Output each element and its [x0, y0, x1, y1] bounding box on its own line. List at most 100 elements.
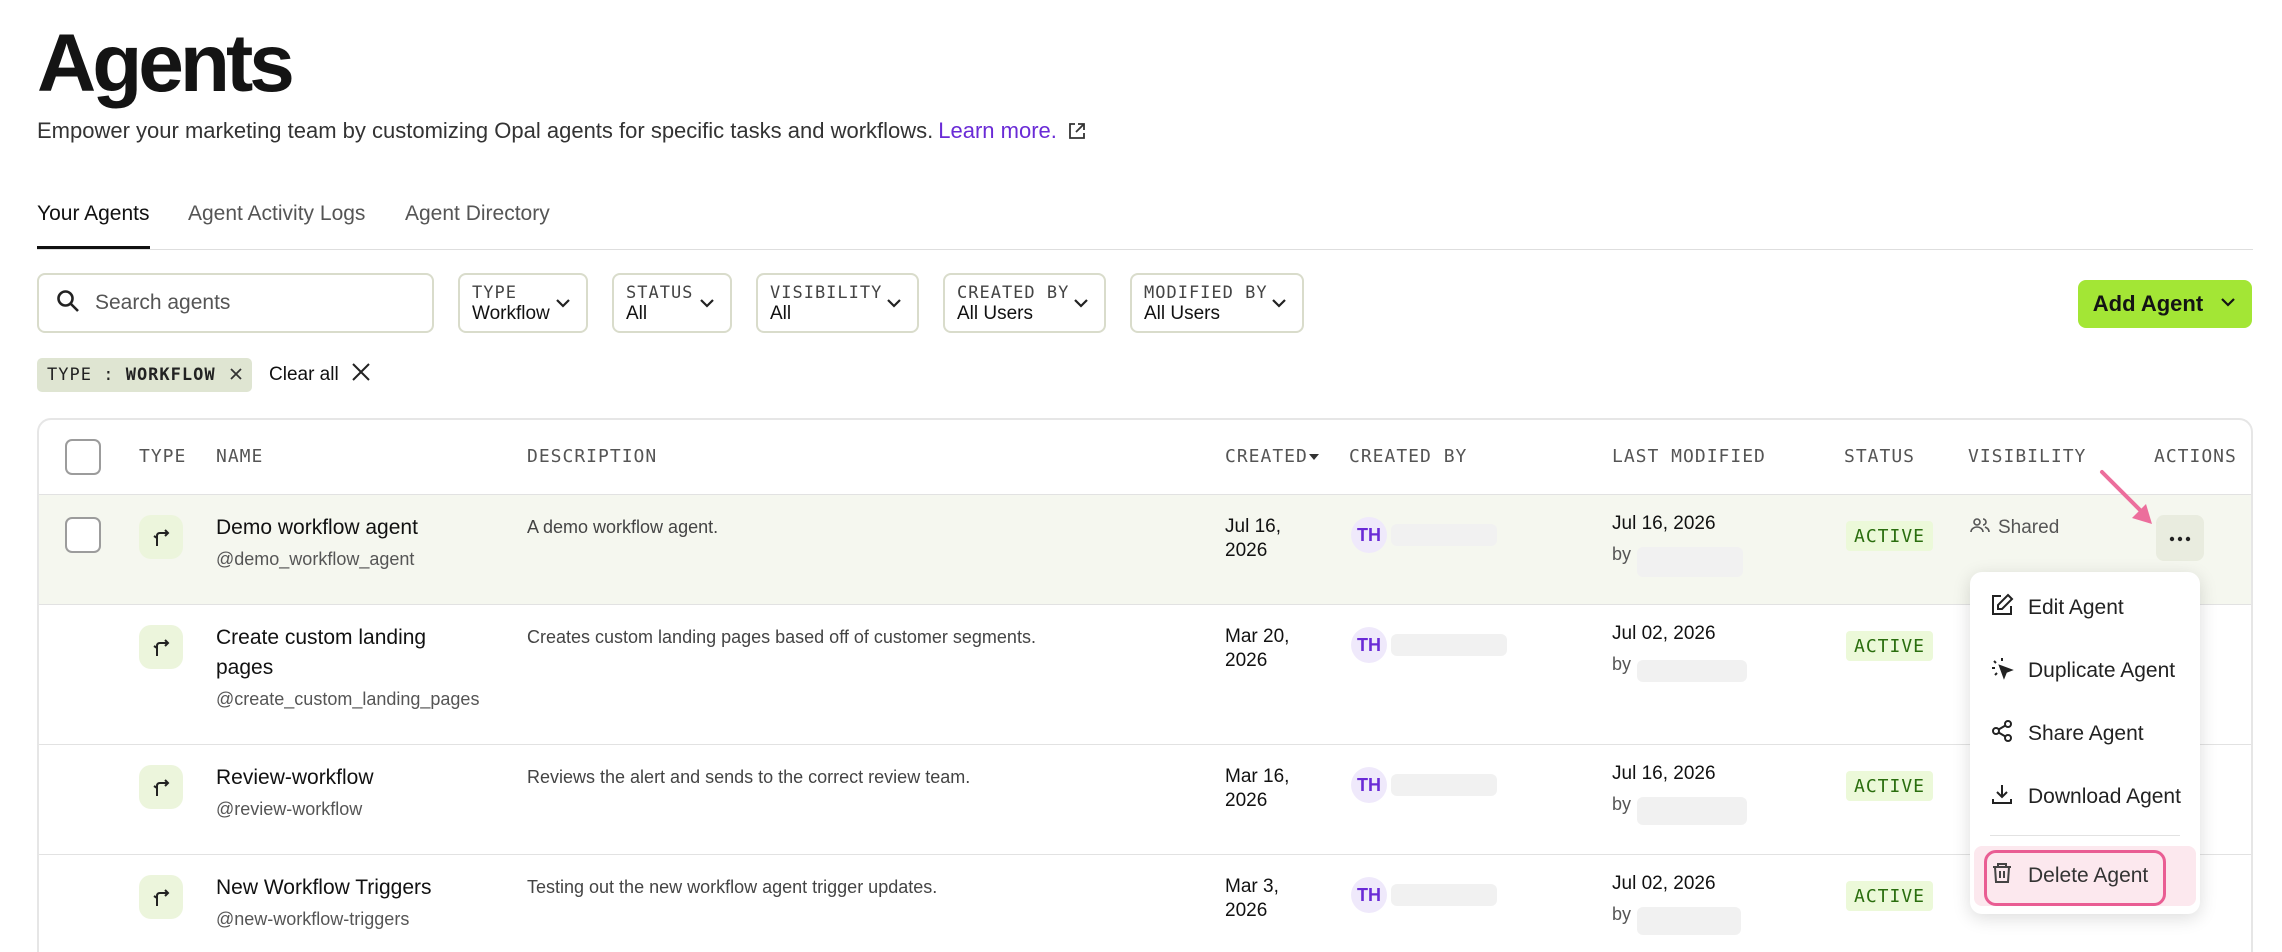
learn-more-link[interactable]: Learn more.	[938, 118, 1057, 144]
col-type: TYPE	[139, 446, 187, 467]
agent-description: Reviews the alert and sends to the corre…	[527, 767, 971, 787]
tab-bar: Your Agents Agent Activity Logs Agent Di…	[37, 196, 2253, 250]
pointer-arrow	[2100, 470, 2152, 524]
share-icon	[1990, 719, 2014, 749]
redacted-name	[1637, 797, 1747, 825]
status-badge: ACTIVE	[1846, 521, 1934, 551]
menu-item-label: Duplicate Agent	[2028, 659, 2176, 682]
menu-item-label: Share Agent	[2028, 722, 2144, 745]
close-icon	[351, 362, 371, 388]
agents-table: TYPE NAME DESCRIPTION CREATED CREATED BY…	[37, 418, 2253, 952]
filter-created-by[interactable]: CREATED BY All Users	[943, 273, 1106, 333]
last-modified-date: Jul 16, 2026	[1612, 513, 1716, 534]
menu-item-delete-agent[interactable]: Delete Agent	[1974, 846, 2196, 906]
more-actions-button[interactable]	[2156, 515, 2204, 561]
created-date: Jul 16, 2026	[1225, 516, 1281, 561]
clear-all-button[interactable]: Clear all	[269, 362, 371, 388]
agent-name[interactable]: New Workflow Triggers	[216, 873, 466, 903]
redacted-name	[1391, 524, 1497, 546]
tab-agent-directory[interactable]: Agent Directory	[405, 202, 550, 246]
workflow-icon	[139, 625, 183, 669]
table-row[interactable]: Review-workflow @review-workflow Reviews…	[39, 744, 2251, 854]
active-filter-chip: TYPE : WORKFLOW	[37, 358, 252, 392]
chip-text: TYPE : WORKFLOW	[47, 365, 216, 385]
filter-modified-by-value: All Users	[1144, 303, 1221, 324]
col-status: STATUS	[1844, 446, 1916, 467]
status-badge: ACTIVE	[1846, 881, 1934, 911]
download-icon	[1990, 782, 2014, 812]
col-created-by: CREATED BY	[1349, 446, 1468, 467]
menu-item-download-agent[interactable]: Download Agent	[1990, 777, 2181, 817]
col-last-modified: LAST MODIFIED	[1612, 446, 1766, 467]
filter-modified-by-label: MODIFIED BY	[1144, 283, 1268, 303]
select-all-checkbox[interactable]	[65, 439, 101, 475]
col-actions: ACTIONS	[2154, 446, 2237, 467]
chevron-down-icon	[1270, 294, 1288, 317]
edit-icon	[1990, 593, 2014, 623]
row-checkbox[interactable]	[65, 517, 101, 553]
redacted-name	[1391, 774, 1497, 796]
avatar: TH	[1351, 877, 1387, 913]
redacted-name	[1637, 660, 1747, 682]
menu-item-edit-agent[interactable]: Edit Agent	[1990, 588, 2124, 628]
delete-agent-content: Delete Agent	[1990, 856, 2148, 896]
agent-description: A demo workflow agent.	[527, 517, 719, 537]
filter-type[interactable]: TYPE Workflow	[458, 273, 588, 333]
chevron-down-icon	[698, 294, 716, 317]
chevron-down-icon	[885, 294, 903, 317]
menu-divider	[1990, 835, 2180, 836]
table-row[interactable]: Create custom landing pages @create_cust…	[39, 604, 2251, 744]
avatar: TH	[1351, 767, 1387, 803]
workflow-icon	[139, 515, 183, 559]
filter-visibility[interactable]: VISIBILITY All	[756, 273, 919, 333]
visibility-shared: Shared	[1970, 517, 2059, 539]
table-header: TYPE NAME DESCRIPTION CREATED CREATED BY…	[39, 420, 2251, 494]
tab-agent-activity-logs[interactable]: Agent Activity Logs	[188, 202, 365, 246]
search-icon	[55, 288, 81, 319]
agent-description: Creates custom landing pages based off o…	[527, 627, 1036, 647]
search-placeholder: Search agents	[95, 291, 231, 314]
status-badge: ACTIVE	[1846, 631, 1934, 661]
chevron-down-icon	[1072, 294, 1090, 317]
status-badge: ACTIVE	[1846, 771, 1934, 801]
filter-modified-by[interactable]: MODIFIED BY All Users	[1130, 273, 1304, 333]
col-created[interactable]: CREATED	[1225, 446, 1320, 467]
col-description: DESCRIPTION	[527, 446, 658, 467]
close-icon[interactable]	[229, 365, 242, 385]
agent-handle: @review-workflow	[216, 799, 363, 819]
sort-desc-icon	[1308, 446, 1320, 467]
chevron-down-icon	[554, 294, 572, 317]
tab-your-agents[interactable]: Your Agents	[37, 202, 150, 249]
table-row[interactable]: Demo workflow agent @demo_workflow_agent…	[39, 494, 2251, 604]
duplicate-icon	[1990, 656, 2014, 686]
search-input[interactable]: Search agents	[37, 273, 434, 333]
agent-name[interactable]: Create custom landing pages	[216, 623, 466, 683]
redacted-name	[1391, 884, 1497, 906]
external-link-icon[interactable]	[1067, 121, 1087, 141]
agent-handle: @create_custom_landing_pages	[216, 689, 480, 709]
created-date: Mar 20, 2026	[1225, 626, 1290, 671]
menu-item-label: Delete Agent	[2028, 864, 2149, 887]
created-date: Mar 3, 2026	[1225, 876, 1279, 921]
clear-all-label: Clear all	[269, 364, 339, 385]
agent-name[interactable]: Review-workflow	[216, 763, 466, 793]
last-modified-date: Jul 16, 2026	[1612, 763, 1716, 784]
menu-item-label: Download Agent	[2028, 785, 2181, 808]
menu-item-share-agent[interactable]: Share Agent	[1990, 714, 2144, 754]
avatar: TH	[1351, 517, 1387, 553]
add-agent-label: Add Agent	[2092, 291, 2204, 316]
menu-item-duplicate-agent[interactable]: Duplicate Agent	[1990, 651, 2175, 691]
agent-actions-menu: Edit Agent Duplicate Agent Share Agent D…	[1970, 572, 2200, 914]
add-agent-button[interactable]: Add Agent	[2078, 280, 2252, 328]
menu-item-label: Edit Agent	[2028, 596, 2124, 619]
visibility-label: Shared	[1998, 517, 2060, 538]
subtitle-text: Empower your marketing team by customizi…	[37, 118, 934, 143]
agent-name[interactable]: Demo workflow agent	[216, 513, 466, 543]
col-visibility: VISIBILITY	[1968, 446, 2087, 467]
workflow-icon	[139, 875, 183, 919]
table-row[interactable]: New Workflow Triggers @new-workflow-trig…	[39, 854, 2251, 952]
filter-status[interactable]: STATUS All	[612, 273, 732, 333]
users-icon	[1970, 517, 1990, 539]
agent-handle: @demo_workflow_agent	[216, 549, 415, 569]
created-date: Mar 16, 2026	[1225, 766, 1290, 811]
